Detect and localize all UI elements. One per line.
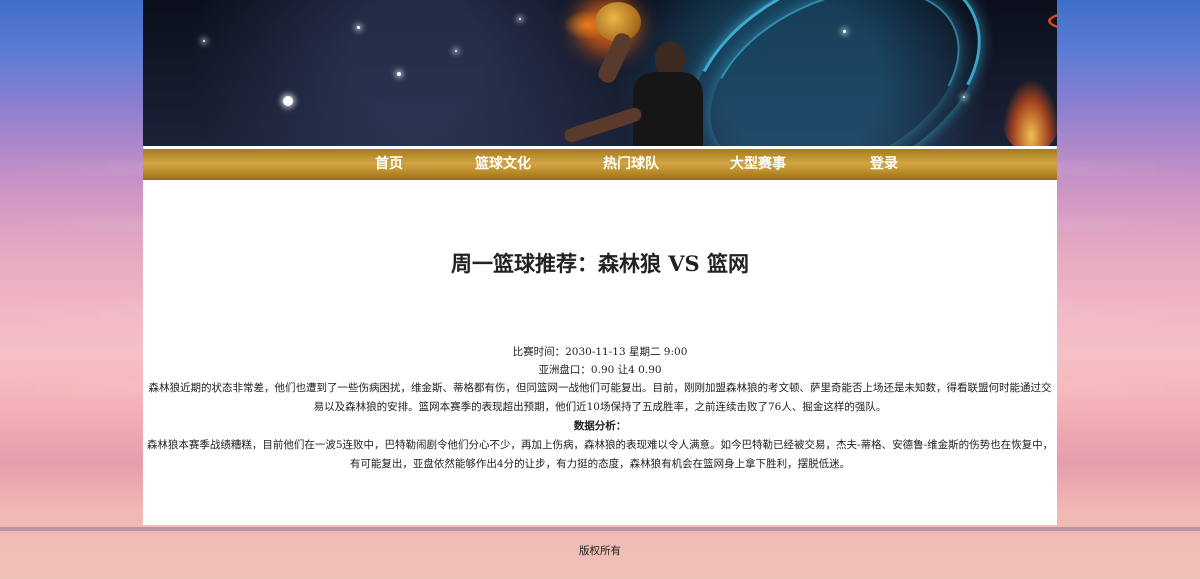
header-banner [143, 0, 1057, 146]
match-time: 比赛时间：2030-11-13 星期二 9:00 [512, 346, 688, 358]
horizon-line [0, 527, 1200, 531]
analysis-heading: 数据分析： [573, 420, 627, 432]
hoop-ring-icon [1048, 10, 1057, 32]
nav-item-basketball-culture[interactable]: 篮球文化 [475, 155, 531, 173]
player-head [655, 42, 685, 76]
asian-handicap: 亚洲盘口：0.90 让4 0.90 [538, 364, 662, 376]
nav-item-popular-teams[interactable]: 热门球队 [603, 155, 659, 173]
star-icon [283, 96, 293, 106]
intro-paragraph: 森林狼近期的状态非常差，他们也遭到了一些伤病困扰，维金斯、蒂格都有伤，但同篮网一… [148, 382, 1052, 413]
player-arm [562, 105, 644, 145]
light-swoosh [680, 0, 990, 146]
star-icon [397, 72, 401, 76]
fire-glow [1003, 80, 1057, 146]
page-container: 周一篮球推荐：森林狼 VS 篮网 比赛时间：2030-11-13 星期二 9:0… [143, 0, 1057, 525]
player-arm [595, 30, 635, 86]
player-body [633, 72, 703, 146]
article-content: 周一篮球推荐：森林狼 VS 篮网 比赛时间：2030-11-13 星期二 9:0… [143, 180, 1057, 525]
nav-item-home[interactable]: 首页 [375, 155, 403, 173]
footer-copyright: 版权所有 [579, 545, 621, 557]
nav-item-major-events[interactable]: 大型赛事 [730, 155, 786, 173]
star-icon [519, 18, 521, 20]
main-nav [143, 146, 1057, 180]
star-icon [963, 96, 965, 98]
article-title: 周一篮球推荐：森林狼 VS 篮网 [450, 251, 750, 276]
analysis-paragraph: 森林狼本赛季战绩糟糕，目前他们在一波5连败中，巴特勒闹剧令他们分心不少，再加上伤… [146, 439, 1054, 470]
nav-item-login[interactable]: 登录 [870, 155, 898, 173]
star-icon [357, 26, 360, 29]
star-icon [203, 40, 205, 42]
star-icon [455, 50, 457, 52]
